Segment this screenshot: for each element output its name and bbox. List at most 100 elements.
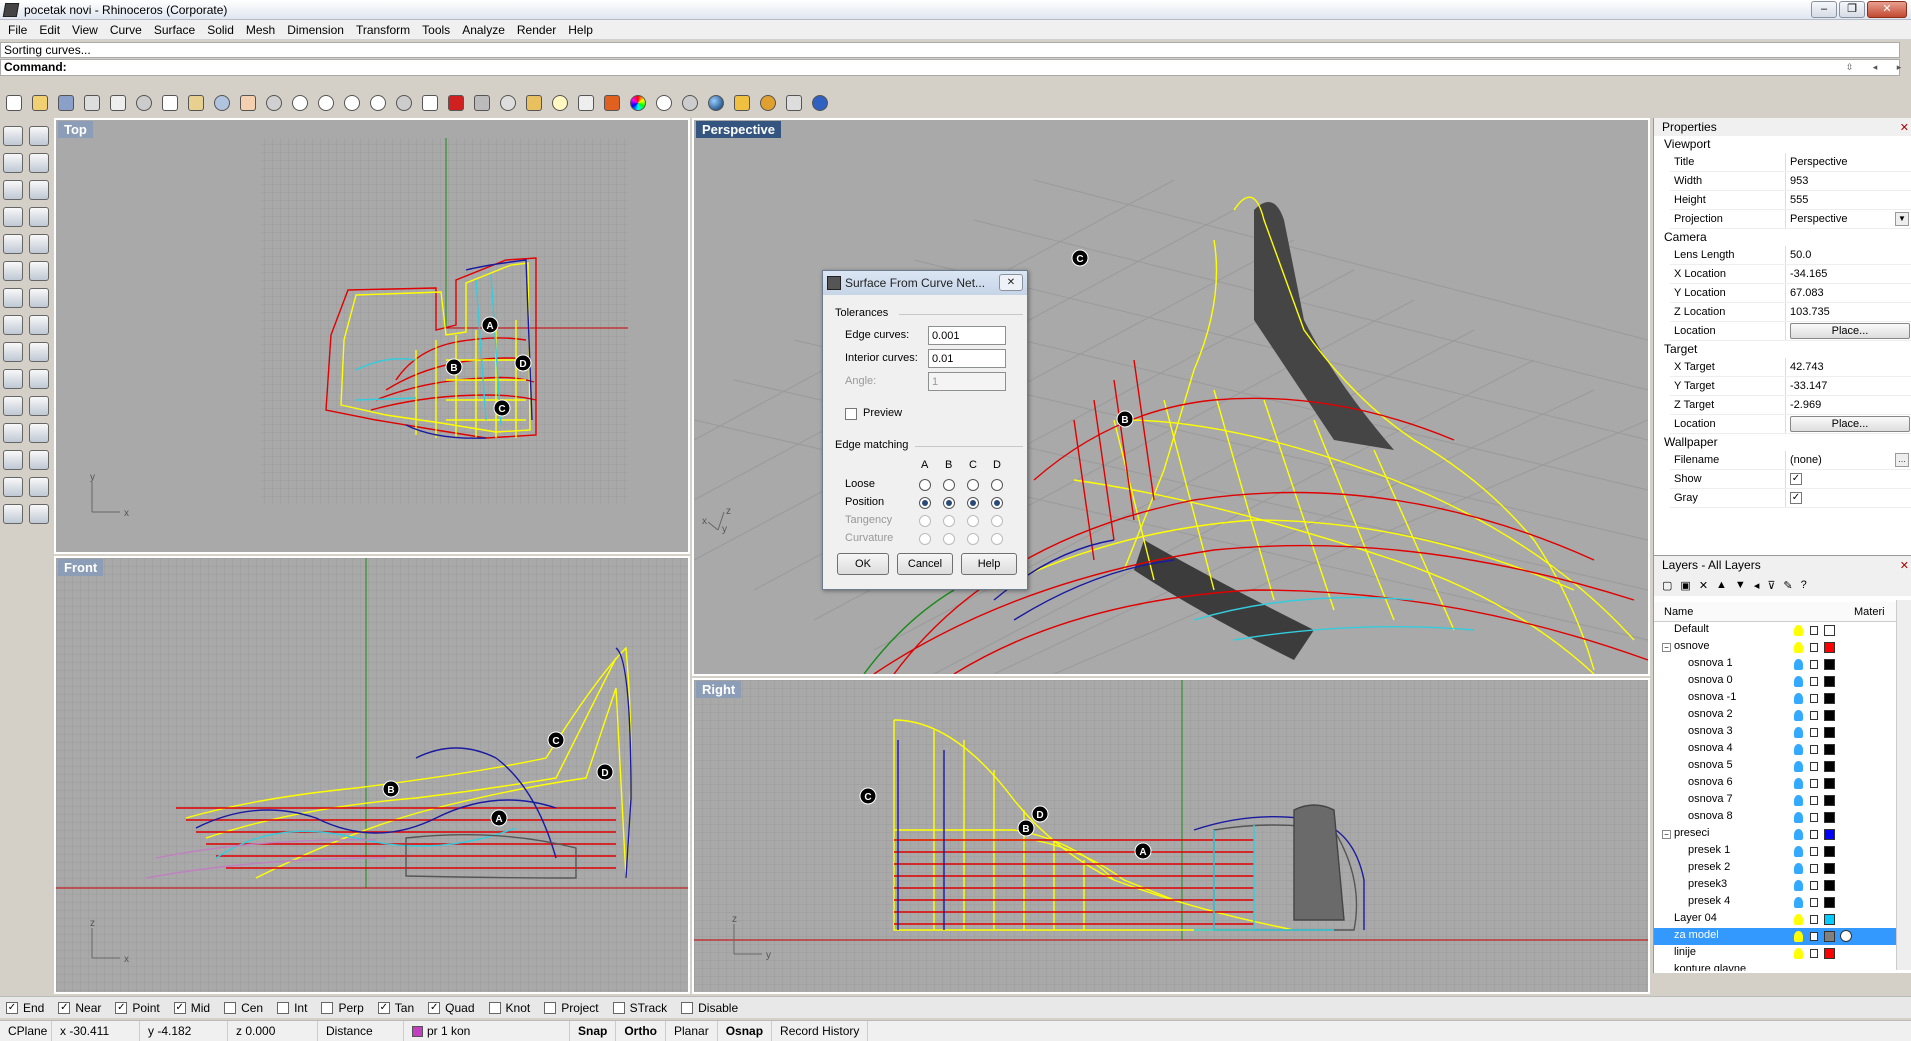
osnap-mid[interactable]: ✓ Mid bbox=[173, 1001, 210, 1015]
help-icon[interactable] bbox=[808, 91, 832, 115]
layer-row[interactable]: osnova 2 bbox=[1654, 707, 1911, 724]
menu-curve[interactable]: Curve bbox=[104, 23, 148, 37]
osnap-cen[interactable]: Cen bbox=[224, 1001, 263, 1015]
menu-tools[interactable]: Tools bbox=[416, 23, 456, 37]
dialog-title-bar[interactable]: Surface From Curve Net... ✕ bbox=[823, 271, 1027, 295]
select-arrow-icon[interactable] bbox=[3, 125, 23, 146]
angle-input[interactable] bbox=[928, 372, 1006, 391]
osnap-quad[interactable]: ✓ Quad bbox=[428, 1001, 475, 1015]
zoom-window-icon[interactable] bbox=[314, 91, 338, 115]
prop-ytarget-value[interactable]: -33.147 bbox=[1786, 377, 1911, 395]
layer-row[interactable]: osnova 8 bbox=[1654, 809, 1911, 826]
layer-row[interactable]: presek3 bbox=[1654, 877, 1911, 894]
command-input[interactable] bbox=[70, 60, 671, 75]
help-button[interactable]: Help bbox=[961, 553, 1017, 575]
radio-position-c[interactable] bbox=[967, 497, 979, 509]
new-icon[interactable] bbox=[2, 91, 26, 115]
page-setup-icon[interactable] bbox=[106, 91, 130, 115]
surface-icon[interactable] bbox=[3, 260, 23, 281]
curve-icon[interactable] bbox=[29, 152, 49, 173]
prop-title-value[interactable]: Perspective bbox=[1786, 153, 1911, 171]
move-icon[interactable] bbox=[3, 368, 23, 389]
prop-xloc-value[interactable]: -34.165 bbox=[1786, 265, 1911, 283]
prop-zloc-value[interactable]: 103.735 bbox=[1786, 303, 1911, 321]
layer-icon[interactable] bbox=[600, 91, 624, 115]
rectangle-icon[interactable] bbox=[29, 206, 49, 227]
circle-icon[interactable] bbox=[3, 179, 23, 200]
paste-icon[interactable] bbox=[184, 91, 208, 115]
menu-render[interactable]: Render bbox=[511, 23, 562, 37]
restore-button[interactable]: ❐ bbox=[1839, 1, 1865, 18]
cplane-icon[interactable] bbox=[496, 91, 520, 115]
prop-projection-value[interactable]: Perspective ▼ bbox=[1786, 210, 1911, 228]
osnap-strack[interactable]: STrack bbox=[612, 1001, 667, 1015]
snap-toggle[interactable]: Snap bbox=[570, 1020, 617, 1041]
new-sublayer-icon[interactable]: ▣ bbox=[1680, 579, 1690, 592]
show-checkbox[interactable]: ✓ bbox=[1790, 473, 1802, 485]
polygon-icon[interactable] bbox=[3, 206, 23, 227]
radio-position-a[interactable] bbox=[919, 497, 931, 509]
menu-dimension[interactable]: Dimension bbox=[281, 23, 350, 37]
menu-surface[interactable]: Surface bbox=[148, 23, 201, 37]
viewport-perspective-label[interactable]: Perspective bbox=[696, 121, 781, 138]
move-up-icon[interactable]: ▲ bbox=[1716, 579, 1727, 591]
prop-width-value[interactable]: 953 bbox=[1786, 172, 1911, 190]
target-place-button[interactable]: Place... bbox=[1790, 416, 1910, 432]
layers-scrollbar[interactable] bbox=[1896, 600, 1911, 970]
layer-row[interactable]: − osnove bbox=[1654, 639, 1911, 656]
new-layer-icon[interactable]: ▢ bbox=[1662, 579, 1672, 592]
layer-row[interactable]: osnova 1 bbox=[1654, 656, 1911, 673]
col-name[interactable]: Name bbox=[1654, 606, 1854, 618]
move-down-icon[interactable]: ▼ bbox=[1735, 579, 1746, 591]
prop-height-value[interactable]: 555 bbox=[1786, 191, 1911, 209]
layer-row[interactable]: Default bbox=[1654, 622, 1911, 639]
undo-view-icon[interactable] bbox=[392, 91, 416, 115]
help-icon[interactable]: ? bbox=[1801, 579, 1807, 591]
cylinder-icon[interactable] bbox=[3, 314, 23, 335]
layer-row[interactable]: osnova 0 bbox=[1654, 673, 1911, 690]
close-button[interactable]: ✕ bbox=[1867, 1, 1907, 18]
rotate-view-icon[interactable] bbox=[262, 91, 286, 115]
radio-tangency-b[interactable] bbox=[943, 515, 955, 527]
trim-icon[interactable] bbox=[29, 368, 49, 389]
copy-icon[interactable] bbox=[158, 91, 182, 115]
rotate-icon[interactable] bbox=[3, 422, 23, 443]
viewport-top[interactable]: Top A B C D y x bbox=[54, 118, 690, 554]
join-icon[interactable] bbox=[3, 395, 23, 416]
viewport-front-label[interactable]: Front bbox=[58, 559, 104, 576]
preview-checkbox[interactable] bbox=[845, 408, 857, 420]
cancel-button[interactable]: Cancel bbox=[897, 553, 953, 575]
car-icon[interactable] bbox=[444, 91, 468, 115]
cplane-status[interactable]: CPlane bbox=[0, 1020, 52, 1041]
radio-curvature-d[interactable] bbox=[991, 533, 1003, 545]
dialog-close-button[interactable]: ✕ bbox=[999, 274, 1023, 291]
interior-curves-input[interactable] bbox=[928, 349, 1006, 368]
prop-xtarget-value[interactable]: 42.743 bbox=[1786, 358, 1911, 376]
box-icon[interactable] bbox=[3, 287, 23, 308]
planar-toggle[interactable]: Planar bbox=[666, 1020, 718, 1041]
osnap-toggle[interactable]: Osnap bbox=[718, 1020, 773, 1041]
radio-tangency-d[interactable] bbox=[991, 515, 1003, 527]
radio-curvature-c[interactable] bbox=[967, 533, 979, 545]
open-icon[interactable] bbox=[28, 91, 52, 115]
minimize-button[interactable]: – bbox=[1811, 1, 1837, 18]
dimension-icon[interactable] bbox=[29, 449, 49, 470]
radio-loose-d[interactable] bbox=[991, 479, 1003, 491]
osnap-tan[interactable]: ✓ Tan bbox=[377, 1001, 414, 1015]
options-icon[interactable] bbox=[730, 91, 754, 115]
save-icon[interactable] bbox=[54, 91, 78, 115]
osnap-perp[interactable]: Perp bbox=[321, 1001, 364, 1015]
layer-row[interactable]: − preseci bbox=[1654, 826, 1911, 843]
scroll-updown-icon[interactable]: ⇳ bbox=[1846, 62, 1854, 73]
lock-icon[interactable] bbox=[574, 91, 598, 115]
scroll-right-icon[interactable]: ▸ bbox=[1897, 62, 1902, 73]
layer-row[interactable]: konture glavne bbox=[1654, 962, 1911, 971]
ortho-toggle[interactable]: Ortho bbox=[616, 1020, 667, 1041]
filter-icon[interactable]: ⊽ bbox=[1767, 579, 1775, 592]
ellipse-icon[interactable] bbox=[29, 179, 49, 200]
viewport-top-label[interactable]: Top bbox=[58, 121, 93, 138]
undo-icon[interactable] bbox=[210, 91, 234, 115]
four-viewports-icon[interactable] bbox=[418, 91, 442, 115]
layer-row[interactable]: osnova 3 bbox=[1654, 724, 1911, 741]
array-icon[interactable] bbox=[3, 476, 23, 497]
